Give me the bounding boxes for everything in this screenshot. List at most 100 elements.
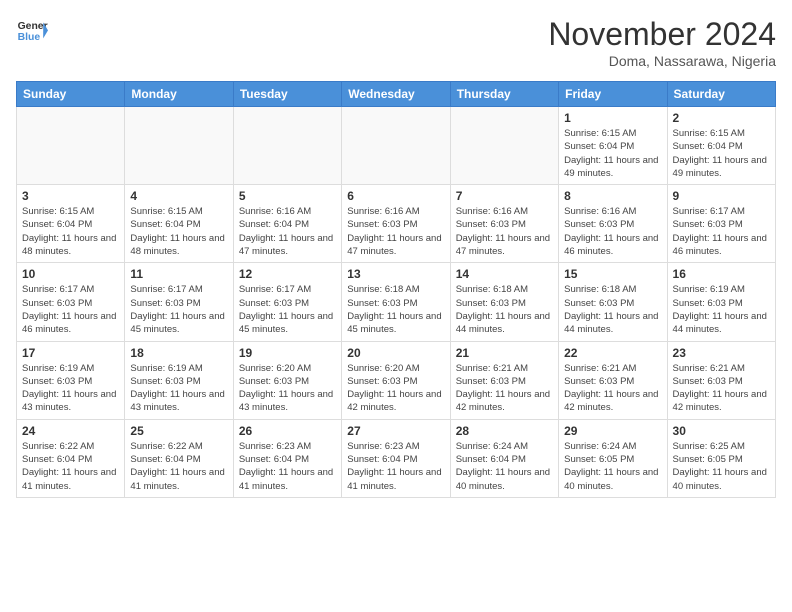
calendar-cell xyxy=(17,107,125,185)
day-info: Sunrise: 6:16 AM Sunset: 6:03 PM Dayligh… xyxy=(347,205,444,258)
header-monday: Monday xyxy=(125,82,233,107)
week-row-5: 24 Sunrise: 6:22 AM Sunset: 6:04 PM Dayli… xyxy=(17,419,776,497)
day-info: Sunrise: 6:19 AM Sunset: 6:03 PM Dayligh… xyxy=(673,283,770,336)
day-number: 9 xyxy=(673,189,770,203)
calendar-cell: 27Sunrise: 6:23 AM Sunset: 6:04 PM Dayli… xyxy=(342,419,450,497)
day-number: 30 xyxy=(673,424,770,438)
day-number: 28 xyxy=(456,424,553,438)
day-number: 6 xyxy=(347,189,444,203)
day-number: 19 xyxy=(239,346,336,360)
calendar-cell: 18 Sunrise: 6:19 AM Sunset: 6:03 PM Dayli… xyxy=(125,341,233,419)
calendar-cell: 25 Sunrise: 6:22 AM Sunset: 6:04 PM Dayli… xyxy=(125,419,233,497)
day-info: Sunrise: 6:20 AM Sunset: 6:03 PM Dayligh… xyxy=(347,362,444,415)
calendar-cell: 14Sunrise: 6:18 AM Sunset: 6:03 PM Dayli… xyxy=(450,263,558,341)
calendar-cell: 12 Sunrise: 6:17 AM Sunset: 6:03 PM Dayli… xyxy=(233,263,341,341)
calendar-cell: 3Sunrise: 6:15 AM Sunset: 6:04 PM Daylig… xyxy=(17,185,125,263)
calendar-title: November 2024 xyxy=(548,16,776,53)
header-wednesday: Wednesday xyxy=(342,82,450,107)
day-number: 26 xyxy=(239,424,336,438)
day-info: Sunrise: 6:18 AM Sunset: 6:03 PM Dayligh… xyxy=(564,283,661,336)
header-saturday: Saturday xyxy=(667,82,775,107)
day-number: 25 xyxy=(130,424,227,438)
calendar-cell: 24 Sunrise: 6:22 AM Sunset: 6:04 PM Dayli… xyxy=(17,419,125,497)
day-number: 13 xyxy=(347,267,444,281)
day-info: Sunrise: 6:17 AM Sunset: 6:03 PM Dayligh… xyxy=(239,283,336,336)
day-info: Sunrise: 6:23 AM Sunset: 6:04 PM Dayligh… xyxy=(239,440,336,493)
day-number: 24 xyxy=(22,424,119,438)
day-info: Sunrise: 6:17 AM Sunset: 6:03 PM Dayligh… xyxy=(22,283,119,336)
day-number: 18 xyxy=(130,346,227,360)
day-number: 5 xyxy=(239,189,336,203)
day-info: Sunrise: 6:19 AM Sunset: 6:03 PM Dayligh… xyxy=(22,362,119,415)
calendar-header: SundayMondayTuesdayWednesdayThursdayFrid… xyxy=(17,82,776,107)
day-info: Sunrise: 6:20 AM Sunset: 6:03 PM Dayligh… xyxy=(239,362,336,415)
calendar-cell: 29Sunrise: 6:24 AM Sunset: 6:05 PM Dayli… xyxy=(559,419,667,497)
page-header: General Blue November 2024 Doma, Nassara… xyxy=(16,16,776,69)
calendar-cell: 15 Sunrise: 6:18 AM Sunset: 6:03 PM Dayli… xyxy=(559,263,667,341)
calendar-table: SundayMondayTuesdayWednesdayThursdayFrid… xyxy=(16,81,776,498)
calendar-cell: 6 Sunrise: 6:16 AM Sunset: 6:03 PM Daylig… xyxy=(342,185,450,263)
calendar-body: 1 Sunrise: 6:15 AM Sunset: 6:04 PM Daylig… xyxy=(17,107,776,498)
day-number: 1 xyxy=(564,111,661,125)
day-info: Sunrise: 6:25 AM Sunset: 6:05 PM Dayligh… xyxy=(673,440,770,493)
day-info: Sunrise: 6:18 AM Sunset: 6:03 PM Dayligh… xyxy=(347,283,444,336)
calendar-cell: 19 Sunrise: 6:20 AM Sunset: 6:03 PM Dayli… xyxy=(233,341,341,419)
calendar-cell: 4Sunrise: 6:15 AM Sunset: 6:04 PM Daylig… xyxy=(125,185,233,263)
day-info: Sunrise: 6:15 AM Sunset: 6:04 PM Dayligh… xyxy=(130,205,227,258)
day-info: Sunrise: 6:21 AM Sunset: 6:03 PM Dayligh… xyxy=(673,362,770,415)
day-info: Sunrise: 6:22 AM Sunset: 6:04 PM Dayligh… xyxy=(130,440,227,493)
calendar-cell: 10 Sunrise: 6:17 AM Sunset: 6:03 PM Dayli… xyxy=(17,263,125,341)
day-number: 12 xyxy=(239,267,336,281)
week-row-2: 3 Sunrise: 6:15 AM Sunset: 6:04 PM Daylig… xyxy=(17,185,776,263)
day-info: Sunrise: 6:15 AM Sunset: 6:04 PM Dayligh… xyxy=(673,127,770,180)
calendar-subtitle: Doma, Nassarawa, Nigeria xyxy=(548,53,776,69)
day-number: 21 xyxy=(456,346,553,360)
day-number: 10 xyxy=(22,267,119,281)
day-info: Sunrise: 6:18 AM Sunset: 6:03 PM Dayligh… xyxy=(456,283,553,336)
day-info: Sunrise: 6:21 AM Sunset: 6:03 PM Dayligh… xyxy=(456,362,553,415)
calendar-cell: 17 Sunrise: 6:19 AM Sunset: 6:03 PM Dayli… xyxy=(17,341,125,419)
calendar-cell: 26 Sunrise: 6:23 AM Sunset: 6:04 PM Dayli… xyxy=(233,419,341,497)
calendar-cell: 5 Sunrise: 6:16 AM Sunset: 6:04 PM Daylig… xyxy=(233,185,341,263)
day-info: Sunrise: 6:16 AM Sunset: 6:04 PM Dayligh… xyxy=(239,205,336,258)
calendar-cell xyxy=(342,107,450,185)
week-row-3: 10 Sunrise: 6:17 AM Sunset: 6:03 PM Dayli… xyxy=(17,263,776,341)
calendar-cell: 11Sunrise: 6:17 AM Sunset: 6:03 PM Dayli… xyxy=(125,263,233,341)
calendar-cell: 9 Sunrise: 6:17 AM Sunset: 6:03 PM Daylig… xyxy=(667,185,775,263)
calendar-cell: 2Sunrise: 6:15 AM Sunset: 6:04 PM Daylig… xyxy=(667,107,775,185)
calendar-cell: 21 Sunrise: 6:21 AM Sunset: 6:03 PM Dayli… xyxy=(450,341,558,419)
day-info: Sunrise: 6:15 AM Sunset: 6:04 PM Dayligh… xyxy=(564,127,661,180)
day-number: 23 xyxy=(673,346,770,360)
day-info: Sunrise: 6:16 AM Sunset: 6:03 PM Dayligh… xyxy=(564,205,661,258)
calendar-cell: 30 Sunrise: 6:25 AM Sunset: 6:05 PM Dayli… xyxy=(667,419,775,497)
day-info: Sunrise: 6:21 AM Sunset: 6:03 PM Dayligh… xyxy=(564,362,661,415)
day-info: Sunrise: 6:24 AM Sunset: 6:04 PM Dayligh… xyxy=(456,440,553,493)
day-info: Sunrise: 6:17 AM Sunset: 6:03 PM Dayligh… xyxy=(673,205,770,258)
day-number: 8 xyxy=(564,189,661,203)
calendar-cell xyxy=(233,107,341,185)
day-info: Sunrise: 6:22 AM Sunset: 6:04 PM Dayligh… xyxy=(22,440,119,493)
week-row-1: 1 Sunrise: 6:15 AM Sunset: 6:04 PM Daylig… xyxy=(17,107,776,185)
day-number: 16 xyxy=(673,267,770,281)
calendar-cell xyxy=(125,107,233,185)
header-thursday: Thursday xyxy=(450,82,558,107)
svg-text:Blue: Blue xyxy=(18,32,41,43)
day-info: Sunrise: 6:19 AM Sunset: 6:03 PM Dayligh… xyxy=(130,362,227,415)
day-number: 17 xyxy=(22,346,119,360)
title-block: November 2024 Doma, Nassarawa, Nigeria xyxy=(548,16,776,69)
calendar-cell: 13 Sunrise: 6:18 AM Sunset: 6:03 PM Dayli… xyxy=(342,263,450,341)
day-number: 15 xyxy=(564,267,661,281)
calendar-cell: 22 Sunrise: 6:21 AM Sunset: 6:03 PM Dayli… xyxy=(559,341,667,419)
calendar-cell: 8 Sunrise: 6:16 AM Sunset: 6:03 PM Daylig… xyxy=(559,185,667,263)
calendar-cell: 16 Sunrise: 6:19 AM Sunset: 6:03 PM Dayli… xyxy=(667,263,775,341)
logo: General Blue xyxy=(16,16,48,48)
calendar-cell: 20Sunrise: 6:20 AM Sunset: 6:03 PM Dayli… xyxy=(342,341,450,419)
calendar-cell: 1 Sunrise: 6:15 AM Sunset: 6:04 PM Daylig… xyxy=(559,107,667,185)
day-number: 29 xyxy=(564,424,661,438)
day-number: 27 xyxy=(347,424,444,438)
calendar-cell: 28 Sunrise: 6:24 AM Sunset: 6:04 PM Dayli… xyxy=(450,419,558,497)
header-friday: Friday xyxy=(559,82,667,107)
calendar-cell: 23 Sunrise: 6:21 AM Sunset: 6:03 PM Dayli… xyxy=(667,341,775,419)
day-number: 22 xyxy=(564,346,661,360)
day-number: 3 xyxy=(22,189,119,203)
